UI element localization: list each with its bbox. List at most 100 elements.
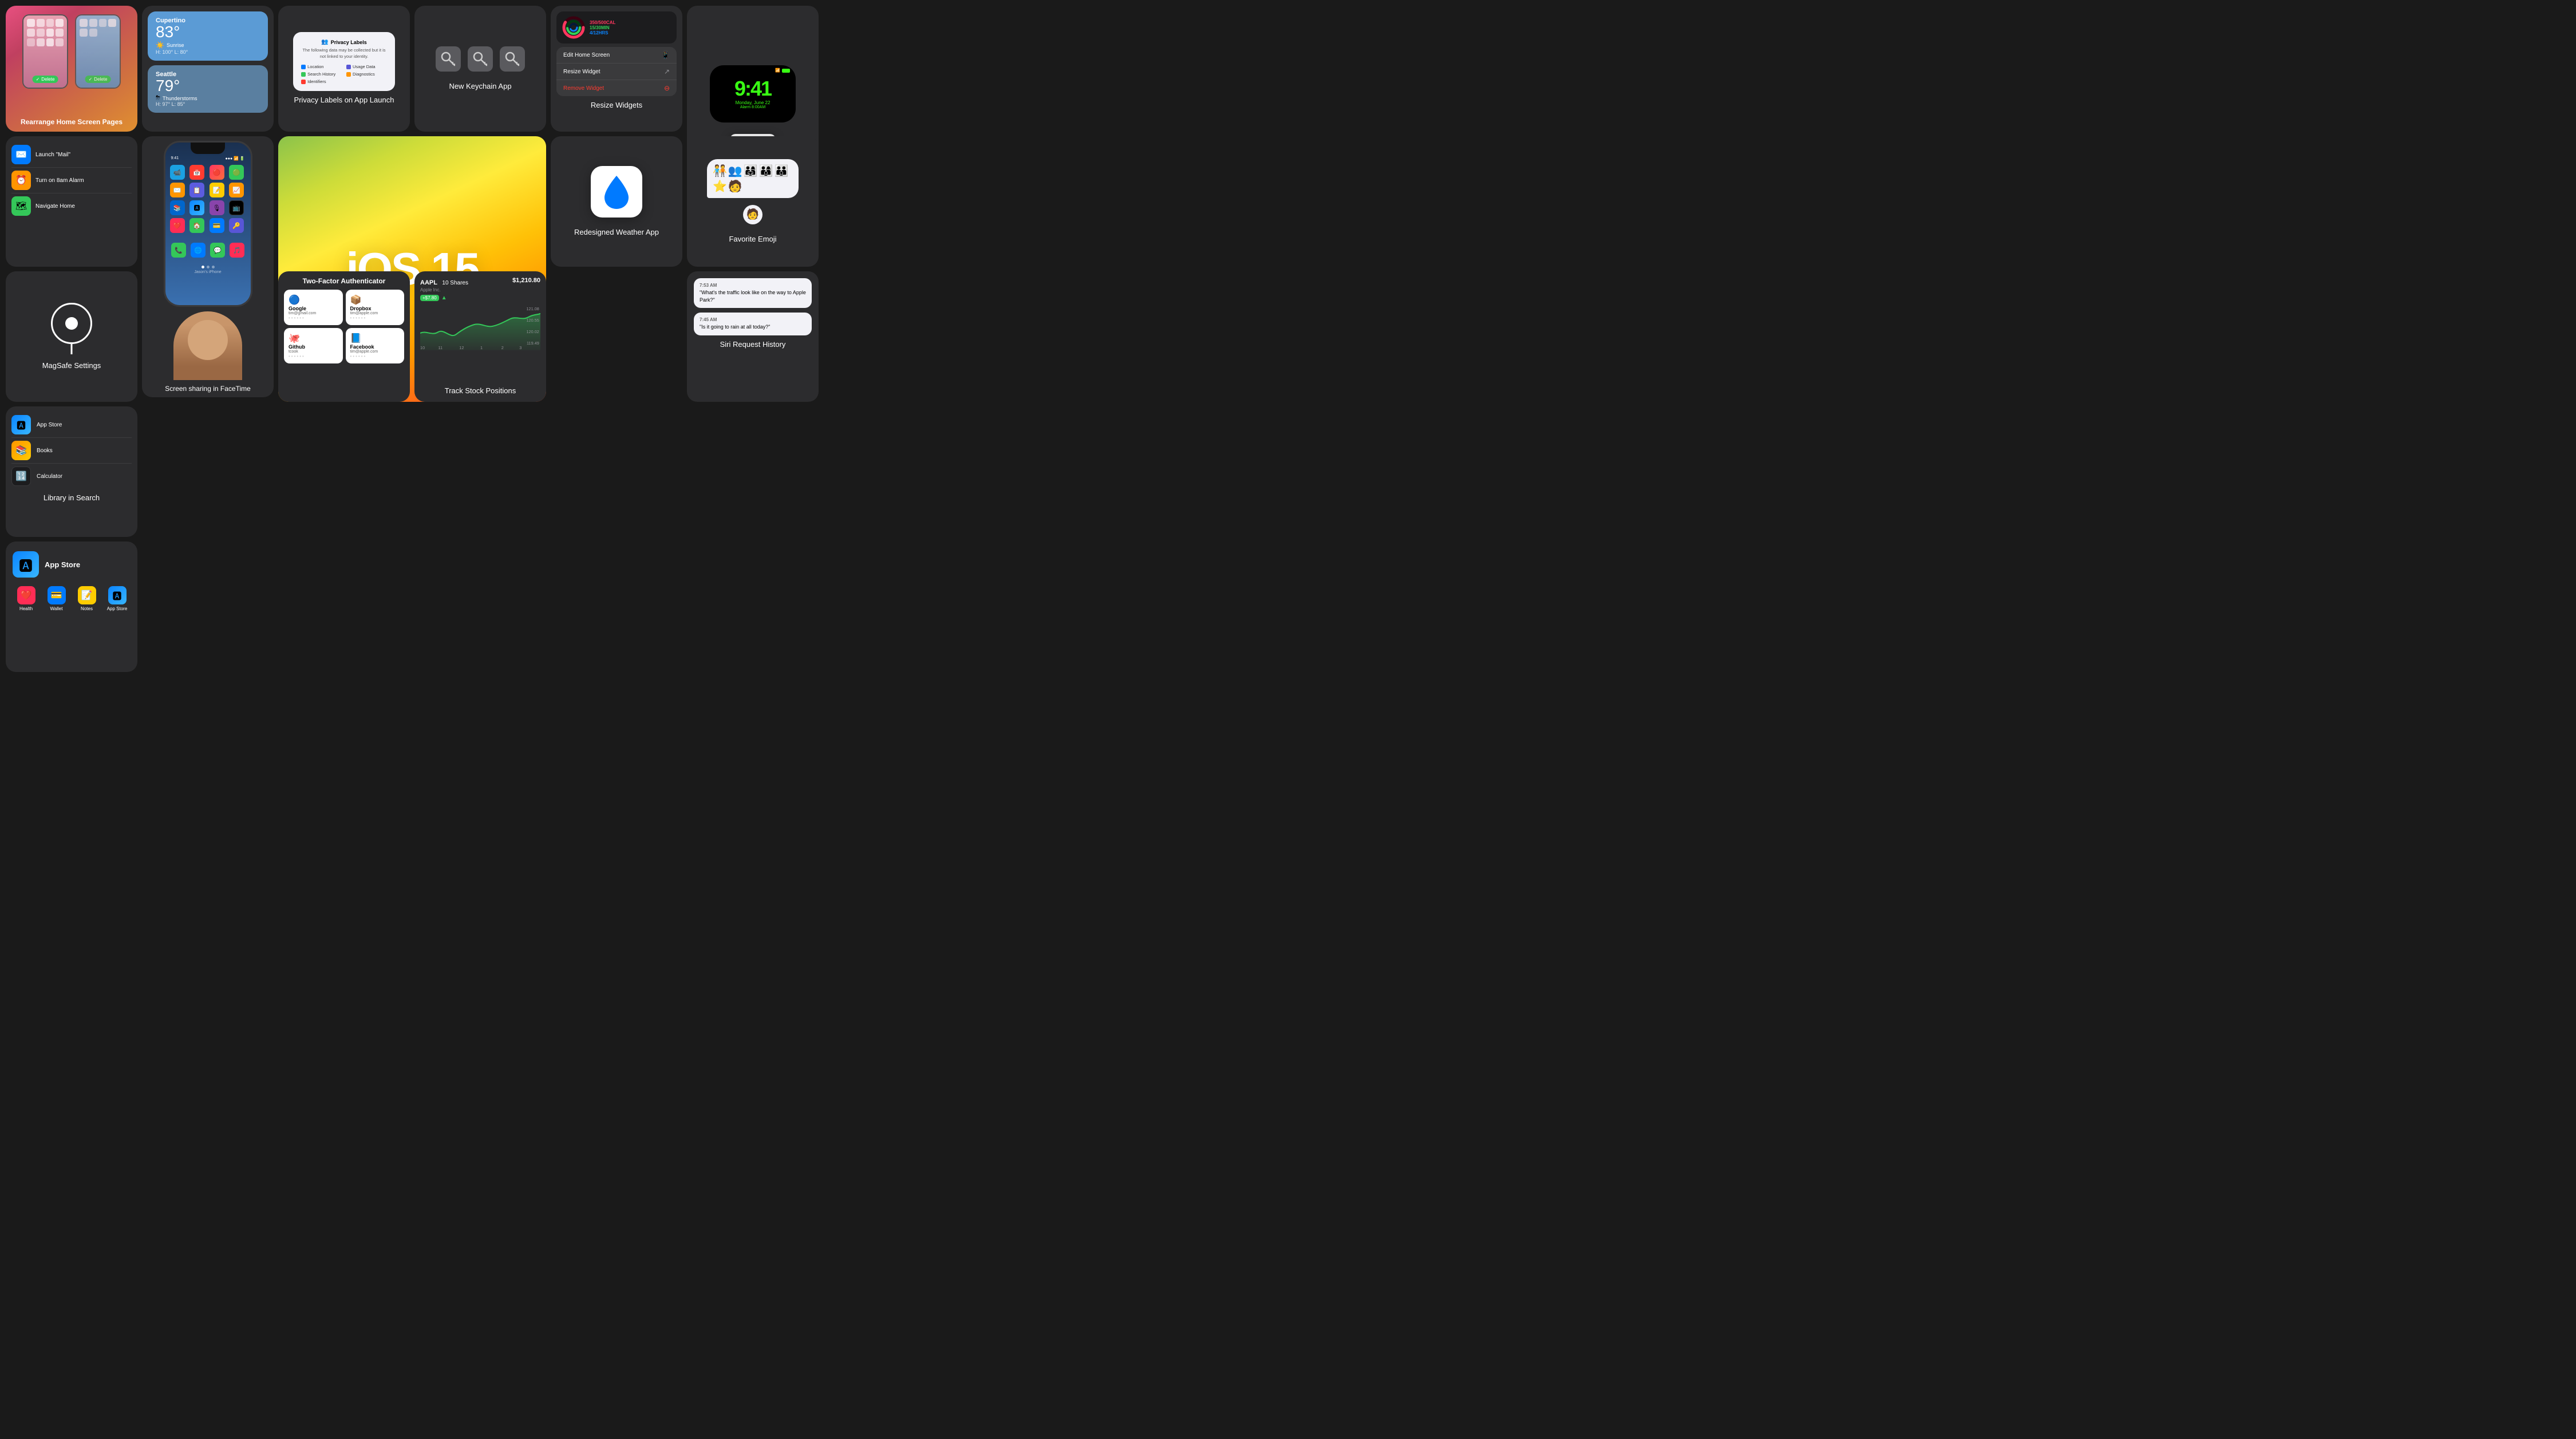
stocks-shares: 10 Shares	[442, 280, 468, 286]
app-calendar: 📅	[189, 165, 204, 180]
tfa-google-name: Google	[289, 306, 338, 311]
iphone-frame: 9:41 ●●● 📶 🔋 📹 📅 🔴 🟢 ✉️ 📋 📝 📈 📚	[164, 141, 252, 307]
app-icon	[27, 29, 35, 37]
dock-item-notes[interactable]: 📝 Notes	[73, 586, 100, 611]
phone-screens: ✓ Delete	[22, 14, 121, 89]
emoji-5: 👪	[775, 164, 789, 178]
stocks-card-label: Track Stock Positions	[445, 386, 516, 396]
dock-item-wallet[interactable]: 💳 Wallet	[43, 586, 70, 611]
weather-desc-row-1: ☀️ Sunrise	[156, 41, 260, 49]
dock-item-health[interactable]: ❤️ Health	[13, 586, 39, 611]
tfa-google[interactable]: 🔵 Google tim@gmail.com ••••••	[284, 290, 343, 325]
app-podcasts: 🎙	[210, 200, 224, 215]
notes-label: Notes	[81, 606, 93, 611]
app-facetime: 📹	[170, 165, 185, 180]
tfa-dropbox[interactable]: 📦 Dropbox tim@apple.com ••••••	[346, 290, 405, 325]
app-stocks: 📈	[229, 183, 244, 197]
appstore-large-icon: 🅰	[13, 551, 39, 578]
app-icon	[99, 19, 107, 27]
dock-music: 🎵	[230, 243, 244, 258]
shortcut-alarm-text: Turn on 8am Alarm	[35, 177, 84, 184]
app-icon	[56, 38, 64, 46]
card-2fa: Two-Factor Authenticator 🔵 Google tim@gm…	[278, 271, 410, 402]
github-logo: 🐙	[289, 333, 338, 344]
card-keychain: New Keychain App	[414, 6, 546, 132]
ring-stat-1: 350/500CAL	[590, 20, 615, 25]
menu-item-remove[interactable]: Remove Widget ⊖	[556, 80, 677, 96]
svg-text:120.02: 120.02	[526, 330, 539, 334]
page-dots	[165, 266, 251, 268]
iphone-status-icons: ●●● 📶 🔋	[225, 156, 244, 161]
shortcut-item-mail[interactable]: ✉️ Launch "Mail"	[11, 142, 132, 168]
tfa-github-email: tcook	[289, 350, 338, 354]
key-icon-1	[436, 46, 461, 72]
stocks-chart-svg: 121.08 120.55 120.02 119.49 10 11 12 1 2…	[420, 305, 540, 350]
weather-range-1: H: 100° L: 80°	[156, 49, 260, 55]
weather-temp-1: 83°	[156, 24, 260, 40]
mail-icon: ✉️	[11, 145, 31, 164]
menu-item-edit[interactable]: Edit Home Screen 📱	[556, 47, 677, 64]
tfa-facebook[interactable]: 📘 Facebook tim@apple.com ••••••	[346, 328, 405, 363]
svg-text:120.55: 120.55	[526, 318, 539, 323]
emoji-bubble: 🧑‍🤝‍🧑 👥 👨‍👩‍👧 👨‍👩‍👦 👪 ⭐ 🧑	[707, 159, 799, 198]
card-weather-widget: Cupertino 83° ☀️ Sunrise H: 100° L: 80° …	[142, 6, 274, 132]
stocks-ticker: AAPL	[420, 279, 437, 286]
key-svg-1	[440, 51, 456, 67]
privacy-items: Location Usage Data Search History Diagn…	[301, 64, 387, 84]
stocks-up-icon: ▲	[441, 295, 447, 301]
dock-item-appstore-small[interactable]: 🅰 App Store	[104, 586, 131, 611]
delete-badge-2[interactable]: ✓ Delete	[85, 76, 111, 83]
weather-desc-1: Sunrise	[167, 42, 184, 48]
delete-badge-1[interactable]: ✓ Delete	[33, 76, 58, 83]
alarm-icon: ⏰	[11, 171, 31, 190]
weather-desc-row-2: ⛈ Thunderstorms	[156, 95, 260, 101]
shortcut-item-alarm[interactable]: ⏰ Turn on 8am Alarm	[11, 168, 132, 193]
dock-messages: 💬	[210, 243, 225, 258]
app-reminders: 📋	[189, 183, 204, 197]
privacy-subtitle: The following data may be collected but …	[301, 48, 387, 60]
magsafe-center	[65, 317, 78, 330]
app-icon	[108, 19, 116, 27]
stocks-header: AAPL 10 Shares $1,210.80	[420, 277, 540, 287]
books-icon: 📚	[11, 441, 31, 460]
health-icon: ❤️	[17, 586, 35, 604]
library-item-calculator[interactable]: 🔢 Calculator	[11, 464, 132, 489]
app-books: 📚	[170, 200, 185, 215]
siri-msg-1-text: "What's the traffic look like on the way…	[700, 289, 806, 303]
wifi-icon: 📶	[775, 68, 780, 73]
app-icon	[27, 38, 35, 46]
stocks-company: Apple Inc.	[420, 287, 441, 292]
shortcut-item-maps[interactable]: 🗺 Navigate Home	[11, 193, 132, 219]
watch-date: Monday, June 22	[736, 100, 771, 105]
app-icon	[37, 19, 45, 27]
card-appstore-large: 🅰 App Store ❤️ Health 💳 Wallet 📝	[6, 541, 137, 672]
stocks-left: AAPL 10 Shares	[420, 277, 468, 287]
dot-active	[202, 266, 204, 268]
app-keychain: 🔑	[229, 218, 244, 233]
magsafe-card-label: MagSafe Settings	[42, 361, 101, 371]
appstore-icon: 🅰	[11, 415, 31, 434]
tfa-github[interactable]: 🐙 Github tcook ••••••	[284, 328, 343, 363]
privacy-card-label: Privacy Labels on App Launch	[294, 96, 394, 105]
library-item-books[interactable]: 📚 Books	[11, 438, 132, 464]
watch-status: 📶	[775, 68, 790, 73]
weather-desc-2: Thunderstorms	[163, 96, 197, 101]
svg-text:12: 12	[459, 346, 464, 350]
privacy-item-location: Location	[301, 64, 342, 69]
google-logo: 🔵	[289, 294, 338, 306]
weather-app-icon	[591, 166, 642, 218]
person-photo	[173, 311, 242, 380]
siri-msg-2-text: "Is it going to rain at all today?"	[700, 323, 806, 331]
library-item-appstore[interactable]: 🅰 App Store	[11, 412, 132, 438]
app-home: 🏠	[189, 218, 204, 233]
activity-widget-preview: 350/500CAL 15/30MIN 4/12HRS	[556, 11, 677, 44]
appstore-dock-grid: ❤️ Health 💳 Wallet 📝 Notes 🅰 App Store	[13, 586, 131, 611]
card-magsafe: MagSafe Settings	[6, 271, 137, 402]
magsafe-ring	[51, 303, 92, 344]
menu-item-resize[interactable]: Resize Widget ↗	[556, 64, 677, 80]
app-tv: 📺	[229, 200, 244, 215]
iphone-screen-content: 9:41 ●●● 📶 🔋 📹 📅 🔴 🟢 ✉️ 📋 📝 📈 📚	[165, 143, 251, 305]
stocks-change-row: +$7.80 ▲	[420, 295, 447, 301]
rearrange-label: Rearrange Home Screen Pages	[6, 118, 137, 126]
app-icon	[46, 38, 54, 46]
